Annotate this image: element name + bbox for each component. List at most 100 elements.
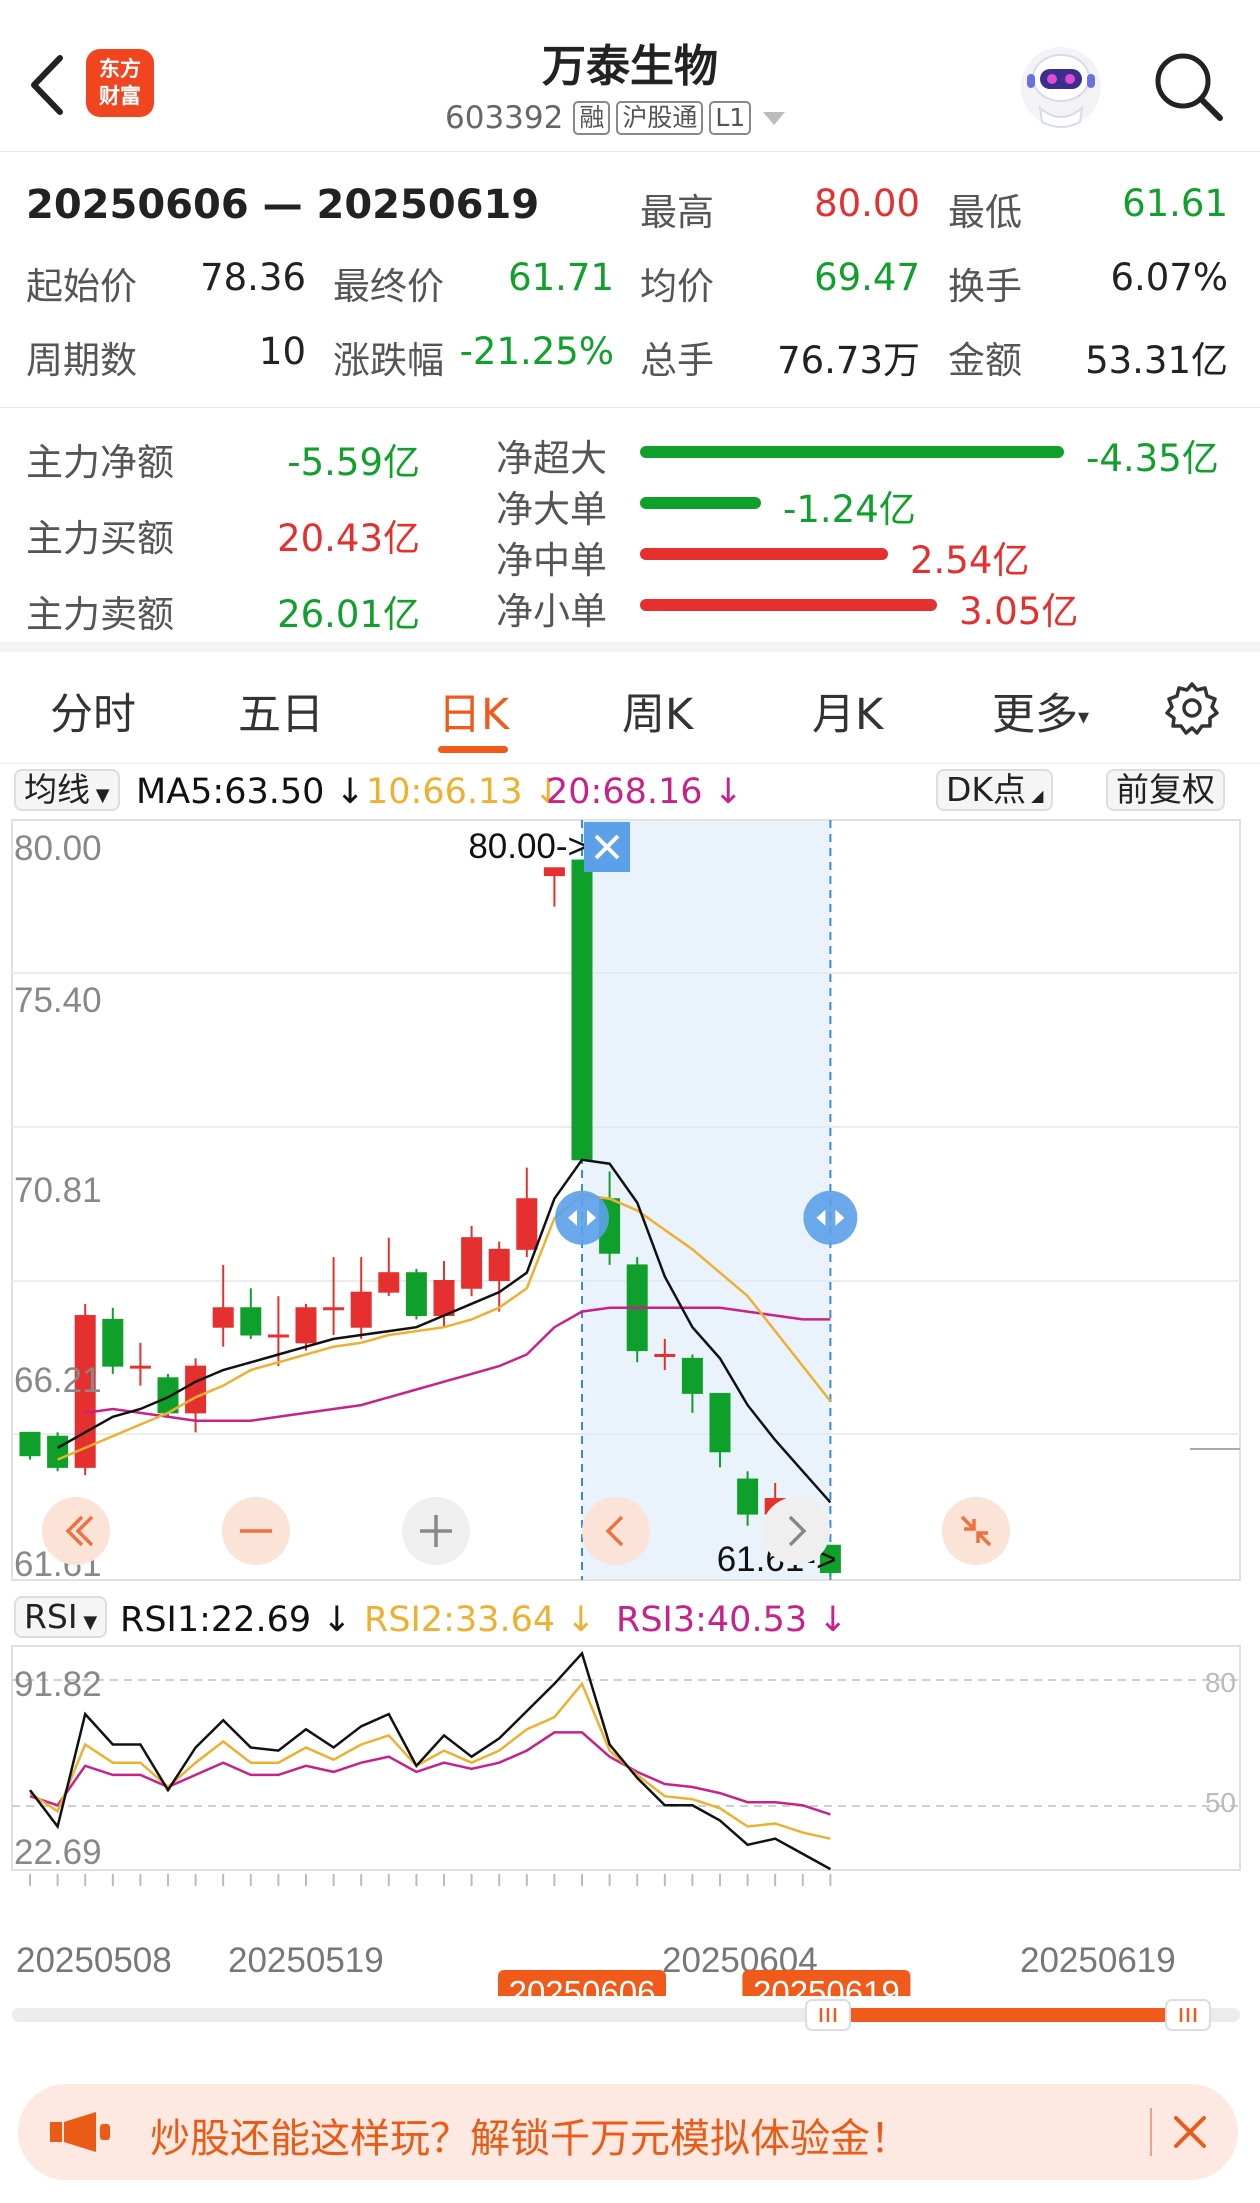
settings-gear-icon[interactable] xyxy=(1164,680,1220,736)
candle-body xyxy=(350,1291,372,1328)
dk-points-button[interactable]: DK点 ◢ xyxy=(936,769,1054,811)
double-left-icon[interactable] xyxy=(42,1497,110,1565)
candle-body xyxy=(47,1435,69,1468)
range-scrollbar[interactable] xyxy=(0,1996,1260,2036)
high-value: 80.00 xyxy=(814,182,920,225)
candle-body xyxy=(212,1307,234,1328)
flow-label-xl: 净超大 xyxy=(496,437,607,480)
close-selection-icon[interactable] xyxy=(584,822,630,872)
rsi-selector-label: RSI xyxy=(24,1597,78,1636)
y-label-top: 80.00 xyxy=(14,829,102,868)
indicator-selector[interactable]: 均线 ▼ xyxy=(14,769,120,811)
minus-icon[interactable] xyxy=(222,1497,290,1565)
tab-weekly-k[interactable]: 周K xyxy=(622,680,693,742)
candle-body xyxy=(737,1478,759,1515)
amount-label: 金额 xyxy=(948,339,1022,382)
indicator-selector-label: 均线 xyxy=(24,770,90,809)
candle-body xyxy=(488,1248,510,1281)
range-summary: 20250606 — 20250619 最高 80.00 最低 61.61 起始… xyxy=(0,152,1260,408)
rsi-legend-row: RSI ▼ RSI1:22.69 ↓ RSI2:33.64 ↓ RSI3:40.… xyxy=(0,1590,1260,1644)
stock-chart[interactable]: 80.00 75.40 70.81 66.21 61.61 80.00-> 61… xyxy=(0,816,1260,1996)
rsi1-line xyxy=(29,1650,832,1871)
low-value: 61.61 xyxy=(1122,182,1228,225)
scrollbar-right-grip[interactable] xyxy=(1165,1999,1211,2031)
date-label-2: 20250519 xyxy=(228,1941,384,1980)
top-bar: 东方 财富 万泰生物 603392 融 沪股通 L1 xyxy=(0,0,1260,152)
end-label: 最终价 xyxy=(333,265,444,308)
rsi-ref-50: 50 xyxy=(1205,1787,1236,1818)
dk-points-label: DK点 xyxy=(946,770,1027,809)
rsi-caret-icon: ▼ xyxy=(77,1612,98,1633)
rsi-y-bottom: 22.69 xyxy=(14,1833,102,1872)
promo-banner[interactable]: 炒股还能这样玩？解锁千万元模拟体验金！ xyxy=(18,2084,1238,2180)
date-label-1: 20250508 xyxy=(16,1941,172,1980)
period-tabs: 分时 五日 日K 周K 月K 更多▾ xyxy=(0,662,1260,764)
margin-tag: 融 xyxy=(573,101,611,135)
rsi1-value: RSI1:22.69 ↓ xyxy=(120,1600,352,1640)
sell-label: 主力卖额 xyxy=(26,593,174,636)
scrollbar-range xyxy=(840,2008,1176,2022)
tab-more-label: 更多 xyxy=(992,690,1078,740)
flow-bar-medium xyxy=(640,548,888,560)
tab-more[interactable]: 更多▾ xyxy=(992,680,1089,742)
selection-left-handle[interactable] xyxy=(555,1190,609,1245)
more-caret-icon: ▾ xyxy=(1078,705,1090,730)
y-label-3: 70.81 xyxy=(14,1171,102,1210)
robot-avatar-icon[interactable] xyxy=(1018,44,1104,130)
y-label-4: 66.21 xyxy=(14,1361,102,1400)
flow-bar-xl xyxy=(640,446,1064,458)
date-range: 20250606 — 20250619 xyxy=(26,182,540,228)
flow-bar-large xyxy=(640,497,761,509)
rsi-y-top: 91.82 xyxy=(14,1665,102,1704)
date-label-4: 20250619 xyxy=(1020,1941,1176,1980)
buy-label: 主力买额 xyxy=(26,517,174,560)
candle-body xyxy=(405,1272,427,1317)
rsi-selector[interactable]: RSI ▼ xyxy=(14,1596,108,1638)
volume-value: 76.73万 xyxy=(777,339,920,382)
candle-body xyxy=(185,1365,207,1414)
tab-five-day[interactable]: 五日 xyxy=(238,680,324,742)
plus-icon[interactable] xyxy=(402,1497,470,1565)
turnover-value: 6.07% xyxy=(1110,256,1228,299)
close-icon[interactable] xyxy=(1172,2114,1208,2150)
selection-end-date: 20250619 xyxy=(742,1970,911,1996)
selection-right-handle[interactable] xyxy=(803,1190,858,1245)
start-value: 78.36 xyxy=(200,256,306,299)
volume-label: 总手 xyxy=(640,339,714,382)
stock-code: 603392 xyxy=(445,100,564,136)
chevron-right-icon[interactable] xyxy=(762,1497,830,1565)
tab-intraday[interactable]: 分时 xyxy=(50,680,136,742)
adjust-button[interactable]: 前复权 xyxy=(1106,769,1225,811)
flow-bar-small xyxy=(640,599,937,611)
search-icon[interactable] xyxy=(1150,48,1226,124)
collapse-icon[interactable] xyxy=(942,1497,1010,1565)
end-value: 61.71 xyxy=(508,256,614,299)
candle-body xyxy=(543,867,565,877)
high-label: 最高 xyxy=(640,191,714,234)
candle-body xyxy=(323,1307,345,1311)
selection-start-date: 20250606 xyxy=(498,1970,666,1996)
candle-body xyxy=(681,1357,703,1394)
chevron-left-icon[interactable] xyxy=(582,1497,650,1565)
tab-daily-k[interactable]: 日K xyxy=(438,680,509,742)
periods-value: 10 xyxy=(258,330,306,373)
rsi2-value: RSI2:33.64 ↓ xyxy=(364,1600,596,1640)
stock-subtitle[interactable]: 603392 融 沪股通 L1 xyxy=(445,98,786,138)
rsi-grid xyxy=(11,1645,1241,1871)
tab-monthly-k[interactable]: 月K xyxy=(812,680,883,742)
candle-body xyxy=(240,1307,262,1336)
scrollbar-left-grip[interactable] xyxy=(805,1999,851,2031)
start-label: 起始价 xyxy=(26,265,137,308)
candle-body xyxy=(433,1279,455,1317)
turnover-label: 换手 xyxy=(948,265,1022,308)
level-tag: L1 xyxy=(709,101,752,135)
dk-corner-icon: ◢ xyxy=(1026,786,1044,805)
flow-value-small: 3.05亿 xyxy=(959,590,1079,633)
candle-body xyxy=(295,1307,317,1344)
candle-body xyxy=(461,1237,483,1289)
net-value: -5.59亿 xyxy=(287,441,420,484)
y-label-2: 75.40 xyxy=(14,981,102,1020)
candle-body xyxy=(378,1272,400,1293)
net-label: 主力净额 xyxy=(26,441,174,484)
rsi-lines-layer xyxy=(29,1650,832,1871)
